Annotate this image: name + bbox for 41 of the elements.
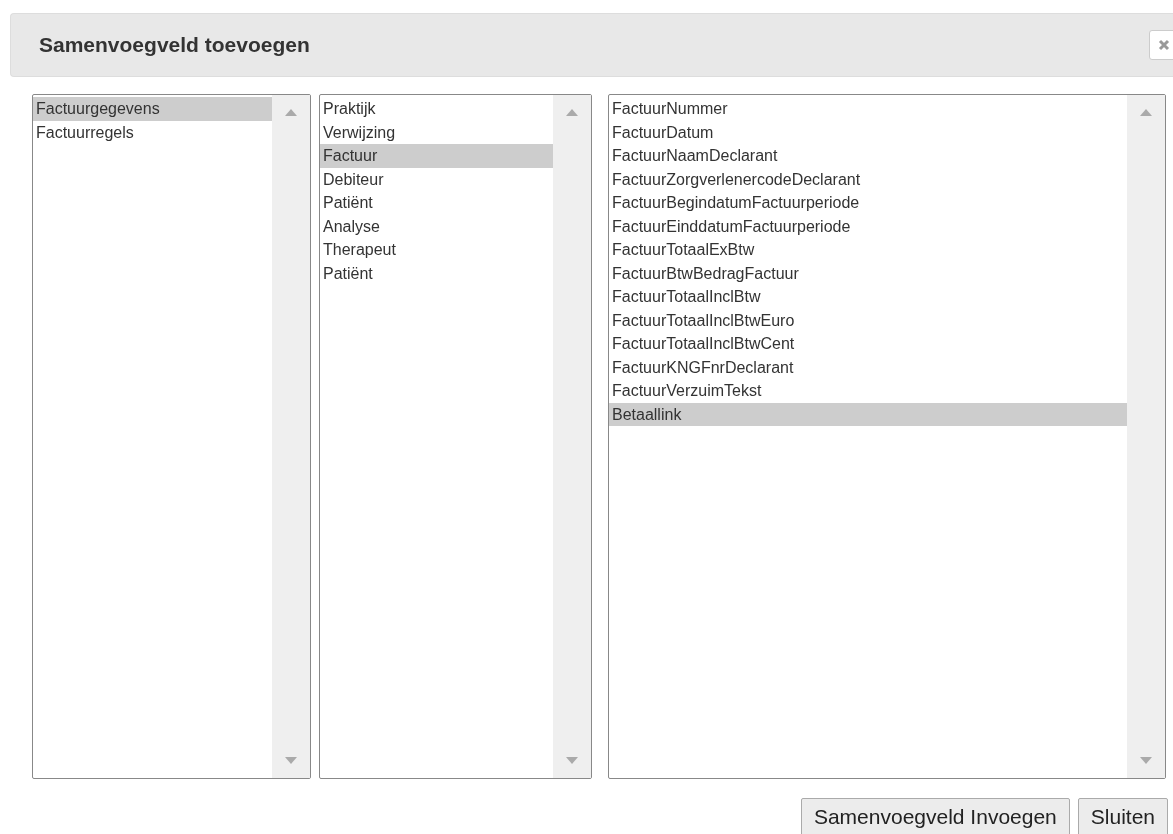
list-item[interactable]: Patiënt	[320, 261, 553, 285]
close-button[interactable]	[1149, 30, 1173, 60]
list-item[interactable]: Factuur	[320, 144, 553, 168]
list-item[interactable]: FactuurBtwBedragFactuur	[609, 261, 1127, 285]
list-item[interactable]: Therapeut	[320, 238, 553, 262]
scrollbar[interactable]	[553, 95, 591, 778]
scroll-down-icon[interactable]	[1140, 757, 1152, 764]
scroll-up-icon[interactable]	[1140, 109, 1152, 116]
scrollbar[interactable]	[1127, 95, 1165, 778]
list-item[interactable]: FactuurZorgverlenercodeDeclarant	[609, 167, 1127, 191]
list-item[interactable]: Betaallink	[609, 402, 1127, 426]
list-item[interactable]: Analyse	[320, 214, 553, 238]
list-item[interactable]: FactuurNaamDeclarant	[609, 144, 1127, 168]
scrollbar[interactable]	[272, 95, 310, 778]
close-icon	[1158, 39, 1170, 51]
list-item[interactable]: FactuurTotaalExBtw	[609, 238, 1127, 262]
list-item[interactable]: Patiënt	[320, 191, 553, 215]
list-item[interactable]: FactuurVerzuimTekst	[609, 379, 1127, 403]
dialog-button[interactable]: Sluiten	[1077, 798, 1168, 834]
list-item[interactable]: FactuurNummer	[609, 97, 1127, 121]
list-item[interactable]: Factuurgegevens	[33, 97, 272, 121]
scroll-up-icon[interactable]	[285, 109, 297, 116]
dialog-title: Samenvoegveld toevoegen	[39, 33, 310, 57]
list-item[interactable]: FactuurTotaalInclBtwCent	[609, 332, 1127, 356]
list-item[interactable]: Verwijzing	[320, 120, 553, 144]
scroll-down-icon[interactable]	[285, 757, 297, 764]
list-item[interactable]: FactuurKNGFnrDeclarant	[609, 355, 1127, 379]
list-item[interactable]: FactuurTotaalInclBtw	[609, 285, 1127, 309]
list-item[interactable]: FactuurTotaalInclBtwEuro	[609, 308, 1127, 332]
list-item[interactable]: Debiteur	[320, 167, 553, 191]
list-box[interactable]: Praktijk Verwijzing Factuur Debiteur Patiënt Analyse Therapeut Patiënt	[319, 94, 592, 779]
scroll-down-icon[interactable]	[566, 757, 578, 764]
scroll-up-icon[interactable]	[566, 109, 578, 116]
list-box[interactable]	[608, 94, 1166, 779]
dialog-button[interactable]: Samenvoegveld Invoegen	[800, 798, 1070, 834]
list-item[interactable]: Factuurregels	[33, 120, 272, 144]
list-item[interactable]: FactuurEinddatumFactuurperiode	[609, 214, 1127, 238]
list-item[interactable]: FactuurBegindatumFactuurperiode	[609, 191, 1127, 215]
list-item[interactable]: Praktijk	[320, 97, 553, 121]
list-box[interactable]: Factuurgegevens Factuurregels	[32, 94, 311, 779]
list-item[interactable]: FactuurDatum	[609, 120, 1127, 144]
